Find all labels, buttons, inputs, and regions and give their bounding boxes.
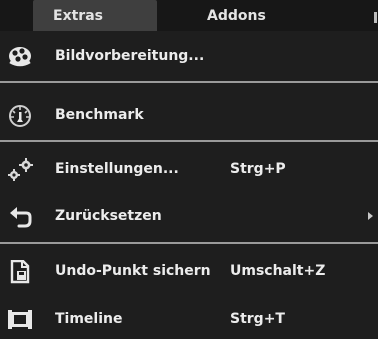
menu-item-undo-punkt-sichern[interactable]: Undo-Punkt sichern Umschalt+Z bbox=[0, 257, 378, 287]
menu-item-label: Zurücksetzen bbox=[55, 208, 162, 224]
save-document-icon bbox=[7, 259, 33, 284]
menu-item-shortcut: Umschalt+Z bbox=[230, 263, 326, 279]
menu-item-bildvorbereitung[interactable]: Bildvorbereitung... bbox=[0, 42, 378, 72]
film-reel-icon bbox=[7, 45, 33, 69]
menu-extras-label: Extras bbox=[53, 8, 103, 24]
menu-item-shortcut: Strg+T bbox=[230, 311, 285, 327]
menu-addons[interactable]: Addons bbox=[207, 0, 266, 31]
menu-item-timeline[interactable]: Timeline Strg+T bbox=[0, 305, 378, 335]
submenu-arrow-icon bbox=[368, 212, 373, 220]
menu-item-label: Undo-Punkt sichern bbox=[55, 263, 211, 279]
menubar: Extras Addons bbox=[0, 0, 378, 31]
undo-arrow-icon bbox=[7, 205, 33, 229]
menu-item-label: Einstellungen... bbox=[55, 161, 179, 177]
timeline-icon bbox=[7, 308, 33, 332]
extras-dropdown: Bildvorbereitung... Benchmark Einstellun… bbox=[0, 31, 378, 339]
app-root: Extras Addons Bildvorbereitung... Benchm… bbox=[0, 0, 378, 339]
menu-item-zuruecksetzen[interactable]: Zurücksetzen bbox=[0, 202, 378, 232]
menu-item-benchmark[interactable]: Benchmark bbox=[0, 101, 378, 131]
menu-item-label: Timeline bbox=[55, 311, 123, 327]
menu-item-shortcut: Strg+P bbox=[230, 161, 286, 177]
separator bbox=[0, 140, 378, 142]
separator bbox=[0, 242, 378, 244]
menu-item-label: Benchmark bbox=[55, 107, 144, 123]
menu-item-einstellungen[interactable]: Einstellungen... Strg+P bbox=[0, 155, 378, 185]
gears-icon bbox=[7, 158, 33, 182]
next-menu-edge[interactable] bbox=[374, 12, 377, 23]
speedometer-icon bbox=[7, 104, 33, 128]
separator bbox=[0, 81, 378, 83]
menu-extras[interactable]: Extras bbox=[33, 0, 157, 31]
menu-addons-label: Addons bbox=[207, 8, 266, 24]
menu-item-label: Bildvorbereitung... bbox=[55, 48, 205, 64]
